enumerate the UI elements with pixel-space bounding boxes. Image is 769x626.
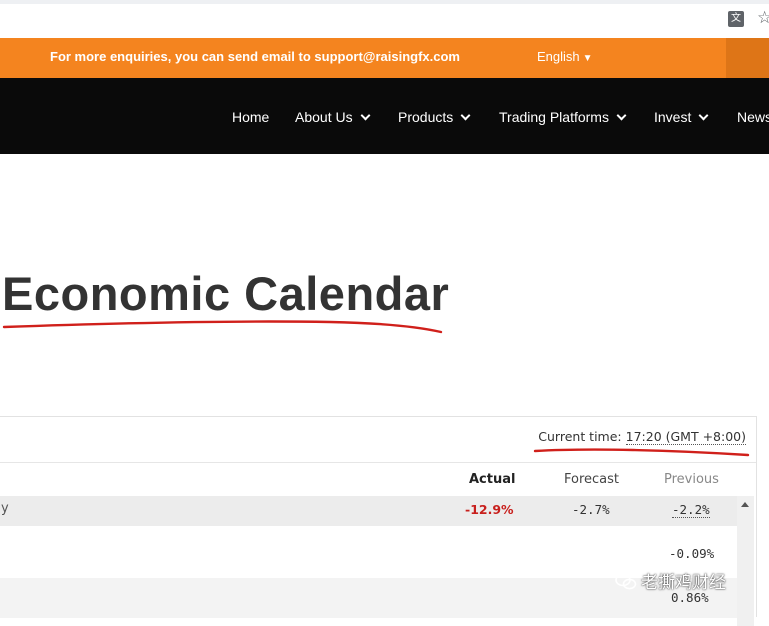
nav-item-label: Home xyxy=(232,109,270,125)
current-time: Current time: 17:20 (GMT +8:00) xyxy=(538,429,746,445)
browser-tabstrip-edge xyxy=(0,0,769,4)
forecast-value: -2.7% xyxy=(572,502,610,517)
nav-item-label: Products xyxy=(398,109,454,125)
nav-item-label: Invest xyxy=(654,109,692,125)
scroll-up-arrow-icon[interactable] xyxy=(741,502,749,507)
nav-item-label: News xyxy=(737,109,769,125)
star-icon[interactable]: ☆ xyxy=(757,8,769,28)
nav-item-news[interactable]: News xyxy=(737,109,769,125)
language-label: English xyxy=(537,49,580,64)
wechat-icon xyxy=(615,573,637,590)
main-nav: Home About Us Products Trading Platforms… xyxy=(0,78,769,154)
column-header-actual[interactable]: Actual xyxy=(469,472,515,487)
nav-item-home[interactable]: Home xyxy=(232,109,269,125)
time-underline-annotation xyxy=(533,448,750,457)
current-time-label: Current time: xyxy=(538,429,622,444)
nav-item-invest[interactable]: Invest xyxy=(654,109,709,125)
info-bar: For more enquiries, you can send email t… xyxy=(0,38,769,78)
chevron-down-icon xyxy=(460,110,471,121)
table-row[interactable]: y -12.9% -2.7% -2.2% xyxy=(0,496,739,526)
column-header-forecast[interactable]: Forecast xyxy=(564,472,619,487)
event-name-fragment: y xyxy=(1,501,9,516)
page-title: Economic Calendar xyxy=(2,267,450,320)
title-underline-annotation xyxy=(2,320,443,334)
watermark: 老撕鸡财经 xyxy=(615,568,726,593)
nav-item-label: Trading Platforms xyxy=(499,109,609,125)
info-bar-accent xyxy=(726,38,769,78)
nav-item-about-us[interactable]: About Us xyxy=(295,109,371,125)
browser-toolbar: 文 ☆ xyxy=(0,0,769,39)
table-scrollbar[interactable] xyxy=(737,496,754,626)
enquiry-message: For more enquiries, you can send email t… xyxy=(50,49,460,64)
previous-value: -0.09% xyxy=(669,546,715,561)
language-selector[interactable]: English ▼ xyxy=(537,49,593,64)
translate-icon[interactable]: 文 xyxy=(728,11,744,27)
column-header-previous[interactable]: Previous xyxy=(664,472,719,487)
previous-value[interactable]: -2.2% xyxy=(672,502,710,518)
caret-down-icon: ▼ xyxy=(582,53,593,64)
chevron-down-icon xyxy=(360,110,371,121)
nav-item-label: About Us xyxy=(295,109,353,125)
current-time-value[interactable]: 17:20 (GMT +8:00) xyxy=(625,429,746,445)
chevron-down-icon xyxy=(616,110,627,121)
actual-value: -12.9% xyxy=(465,502,514,517)
watermark-text: 老撕鸡财经 xyxy=(641,573,726,593)
chevron-down-icon xyxy=(698,110,709,121)
nav-item-trading-platforms[interactable]: Trading Platforms xyxy=(499,109,627,125)
nav-item-products[interactable]: Products xyxy=(398,109,471,125)
